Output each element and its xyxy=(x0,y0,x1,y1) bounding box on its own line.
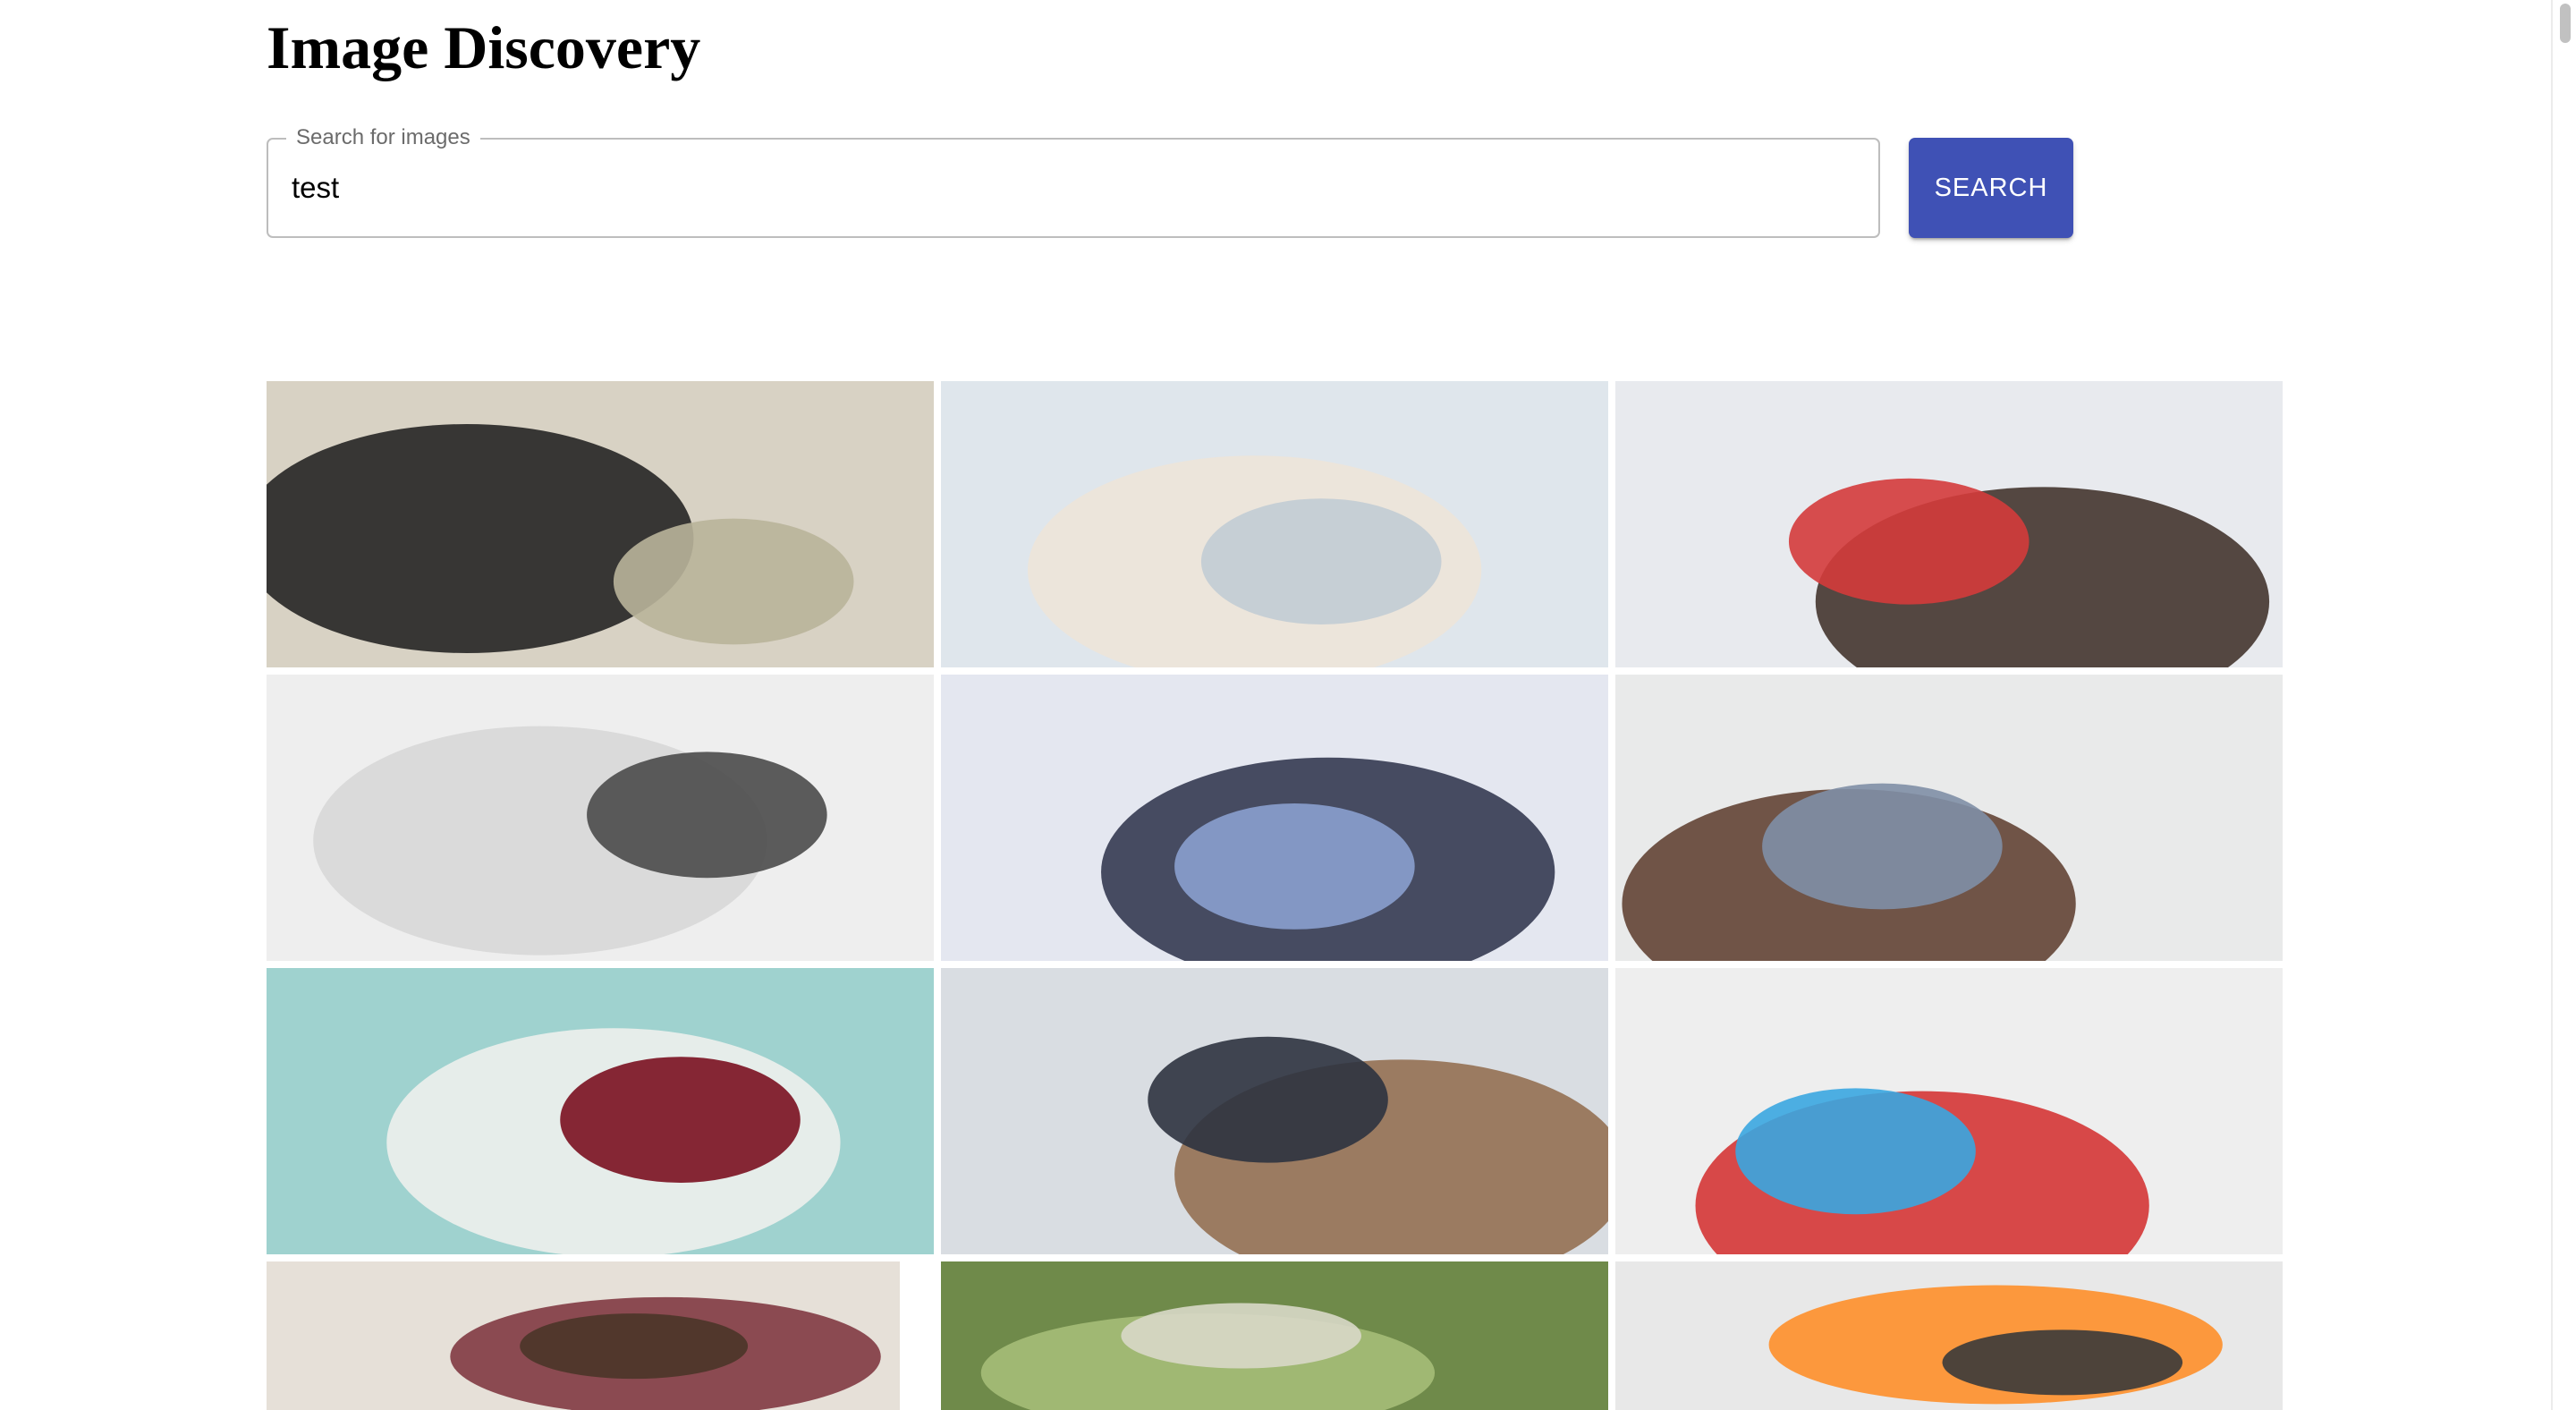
image-result[interactable] xyxy=(941,968,1608,1254)
image-result[interactable] xyxy=(1615,1261,2283,1410)
image-results-grid xyxy=(0,0,2576,1410)
image-result[interactable] xyxy=(1615,968,2283,1254)
image-thumbnail xyxy=(1615,1261,2283,1410)
image-thumbnail xyxy=(267,381,934,667)
image-thumbnail xyxy=(1615,675,2283,961)
image-result[interactable] xyxy=(267,1261,900,1410)
image-result[interactable] xyxy=(267,968,934,1254)
image-thumbnail xyxy=(941,675,1608,961)
scrollbar-track[interactable] xyxy=(2551,0,2576,1410)
image-thumbnail xyxy=(1615,968,2283,1254)
image-thumbnail xyxy=(267,675,934,961)
image-result[interactable] xyxy=(1615,675,2283,961)
image-result[interactable] xyxy=(1615,381,2283,667)
image-result[interactable] xyxy=(941,1261,1608,1410)
image-result[interactable] xyxy=(941,381,1608,667)
image-result[interactable] xyxy=(267,381,934,667)
image-thumbnail xyxy=(941,1261,1608,1410)
image-thumbnail xyxy=(267,968,934,1254)
scrollbar-thumb[interactable] xyxy=(2560,4,2571,43)
image-thumbnail xyxy=(1615,381,2283,667)
image-thumbnail xyxy=(941,968,1608,1254)
image-result[interactable] xyxy=(941,675,1608,961)
image-result[interactable] xyxy=(267,675,934,961)
image-thumbnail xyxy=(941,381,1608,667)
image-thumbnail xyxy=(267,1261,900,1410)
